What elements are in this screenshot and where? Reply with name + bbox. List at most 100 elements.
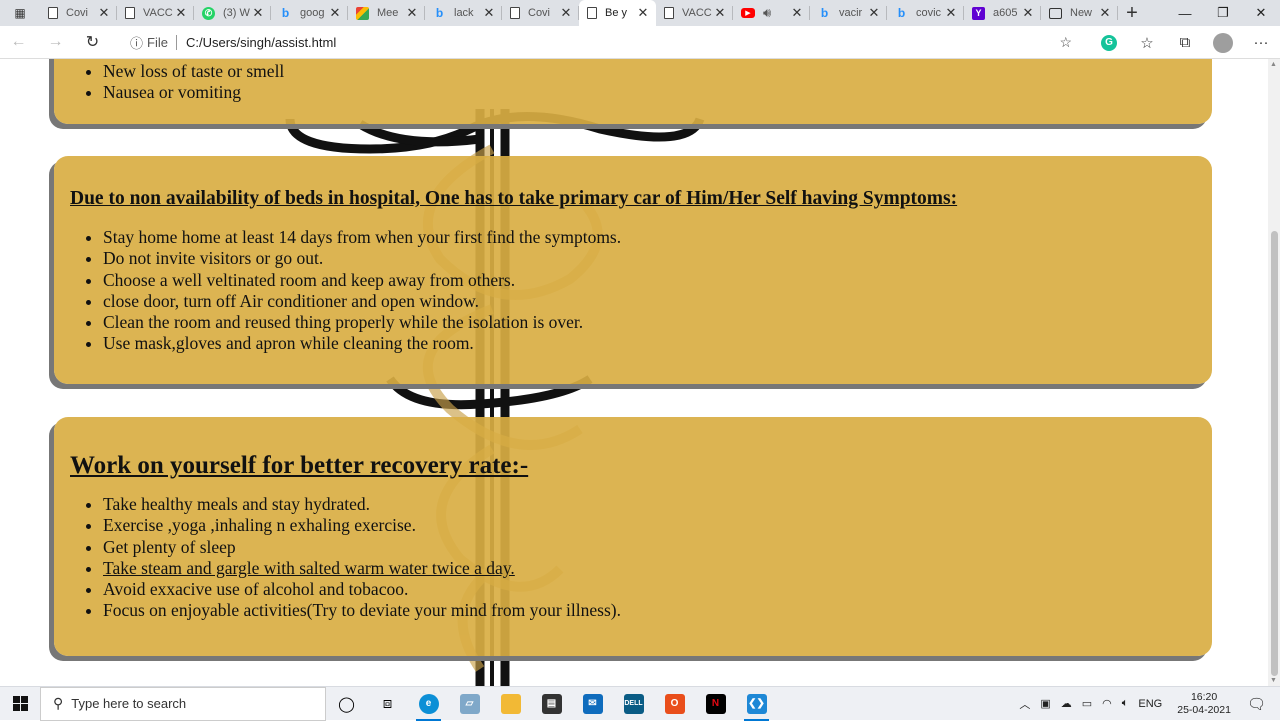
- more-menu-icon[interactable]: ···: [1242, 34, 1280, 51]
- tab[interactable]: b covic ✕: [887, 0, 964, 26]
- clock[interactable]: 16:20 25-04-2021: [1167, 691, 1241, 717]
- list-item: Nausea or vomiting: [103, 82, 1212, 103]
- language-indicator[interactable]: ENG: [1133, 698, 1167, 710]
- self-care-list: Stay home home at least 14 days from whe…: [54, 227, 1212, 355]
- bing-icon: b: [281, 6, 290, 20]
- onedrive-icon[interactable]: ☁: [1056, 697, 1077, 710]
- close-icon[interactable]: ✕: [328, 5, 342, 21]
- search-icon: ⚲: [53, 695, 64, 711]
- volume-icon[interactable]: 🔈︎: [1117, 697, 1134, 710]
- maximize-icon[interactable]: ❐: [1204, 0, 1242, 26]
- tab[interactable]: ▶ 🔊︎ ✕: [733, 0, 810, 26]
- back-icon[interactable]: ←: [0, 27, 37, 57]
- tab[interactable]: ✆ (3) W ✕: [194, 0, 271, 26]
- show-hidden-icon[interactable]: ︿: [1014, 696, 1035, 712]
- list-item: Stay home home at least 14 days from whe…: [103, 227, 1212, 248]
- tab-active[interactable]: Be y ✕: [579, 0, 656, 26]
- self-care-card: Due to non availability of beds in hospi…: [54, 156, 1212, 384]
- scroll-up-icon[interactable]: ▲: [1270, 61, 1277, 68]
- edge-icon[interactable]: e: [408, 687, 449, 721]
- list-item: Focus on enjoyable activities(Try to dev…: [103, 600, 1212, 621]
- profile-avatar-icon[interactable]: [1213, 32, 1233, 53]
- close-icon[interactable]: ✕: [482, 5, 496, 21]
- vertical-scrollbar[interactable]: ▲ ▼: [1268, 59, 1280, 686]
- self-care-heading: Due to non availability of beds in hospi…: [70, 188, 958, 209]
- divider: [175, 35, 177, 50]
- tab[interactable]: VACC ✕: [117, 0, 194, 26]
- tab[interactable]: b lack ✕: [425, 0, 502, 26]
- app-icon[interactable]: ▱: [449, 687, 490, 721]
- info-icon[interactable]: ⓘ: [130, 33, 143, 52]
- add-favorite-icon[interactable]: ☆: [1059, 34, 1072, 51]
- notifications-icon[interactable]: 🗨︎: [1241, 695, 1280, 713]
- close-icon[interactable]: ✕: [944, 5, 958, 21]
- symptoms-card: New loss of taste or smell Nausea or vom…: [54, 59, 1212, 124]
- tab[interactable]: Covi ✕: [502, 0, 579, 26]
- symptoms-list: New loss of taste or smell Nausea or vom…: [54, 59, 1212, 104]
- close-window-icon[interactable]: ✕: [1242, 0, 1280, 26]
- close-icon[interactable]: ✕: [174, 5, 188, 21]
- taskbar-search[interactable]: ⚲ Type here to search: [40, 686, 326, 721]
- list-item-link[interactable]: Take steam and gargle with salted warm w…: [103, 558, 1212, 579]
- task-view-icon[interactable]: ⧈: [367, 687, 408, 721]
- recovery-list: Take healthy meals and stay hydrated. Ex…: [54, 494, 1212, 622]
- toolbar-right: G ☆ ⧉ ···: [1090, 26, 1280, 59]
- new-tab-button[interactable]: +: [1118, 0, 1146, 26]
- windows-taskbar: ⚲ Type here to search ◯ ⧈ e ▱ ▤ ✉ DELL O…: [0, 686, 1280, 721]
- collections-icon[interactable]: ⧉: [1166, 34, 1204, 51]
- list-item: Avoid exxacive use of alcohol and tobaco…: [103, 579, 1212, 600]
- page-viewport: New loss of taste or smell Nausea or vom…: [0, 59, 1280, 686]
- url-text[interactable]: C:/Users/singh/assist.html: [186, 35, 336, 50]
- battery-icon[interactable]: ▭: [1077, 697, 1097, 710]
- window-controls: — ❐ ✕: [1166, 0, 1280, 26]
- scroll-thumb[interactable]: [1271, 231, 1278, 676]
- document-icon: [587, 7, 597, 19]
- close-icon[interactable]: ✕: [790, 5, 804, 21]
- favorites-icon[interactable]: ☆: [1128, 34, 1166, 52]
- url-scheme: File: [147, 35, 168, 50]
- close-icon[interactable]: ✕: [1098, 5, 1112, 21]
- document-icon: [125, 7, 135, 19]
- device-icon[interactable]: ▣: [1035, 697, 1055, 710]
- forward-icon[interactable]: →: [37, 27, 74, 57]
- office-icon[interactable]: O: [654, 687, 695, 721]
- grammarly-icon[interactable]: G: [1101, 34, 1117, 51]
- close-icon[interactable]: ✕: [405, 5, 419, 21]
- close-icon[interactable]: ✕: [867, 5, 881, 21]
- speaker-icon[interactable]: 🔊︎: [763, 5, 790, 21]
- close-icon[interactable]: ✕: [97, 5, 111, 21]
- start-button[interactable]: [0, 687, 40, 721]
- scroll-down-icon[interactable]: ▼: [1270, 677, 1277, 684]
- address-bar[interactable]: ⓘ File C:/Users/singh/assist.html ☆: [120, 29, 1078, 56]
- youtube-icon: ▶: [741, 8, 755, 18]
- bing-icon: b: [897, 6, 906, 20]
- close-icon[interactable]: ✕: [636, 5, 650, 21]
- tab[interactable]: Ya605 ✕: [964, 0, 1041, 26]
- close-icon[interactable]: ✕: [559, 5, 573, 21]
- tab[interactable]: b vacir ✕: [810, 0, 887, 26]
- dell-icon[interactable]: DELL: [613, 687, 654, 721]
- tab[interactable]: b goog ✕: [271, 0, 348, 26]
- tab[interactable]: New ✕: [1041, 0, 1118, 26]
- close-icon[interactable]: ✕: [251, 5, 265, 21]
- netflix-icon[interactable]: N: [695, 687, 736, 721]
- tab[interactable]: VACC ✕: [656, 0, 733, 26]
- system-tray: ︿ ▣ ☁ ▭ ◠ 🔈︎ ENG 16:20 25-04-2021 🗨︎: [1014, 687, 1280, 721]
- browser-window: ▦ Covi ✕ VACC ✕ ✆ (3) W ✕ b goog ✕ Mee ✕ b lack ✕…: [0, 0, 1280, 721]
- vscode-icon[interactable]: ❮❯: [736, 687, 777, 721]
- tab-actions-icon[interactable]: ▦: [0, 0, 40, 26]
- refresh-icon[interactable]: ↻: [74, 27, 111, 57]
- file-explorer-icon[interactable]: [490, 687, 531, 721]
- cortana-icon[interactable]: ◯: [326, 687, 367, 721]
- mail-icon[interactable]: ✉: [572, 687, 613, 721]
- wifi-icon[interactable]: ◠: [1097, 697, 1117, 710]
- store-icon[interactable]: ▤: [531, 687, 572, 721]
- tab[interactable]: Mee ✕: [348, 0, 425, 26]
- document-icon: [664, 7, 674, 19]
- clock-time: 16:20: [1190, 690, 1218, 703]
- close-icon[interactable]: ✕: [1021, 5, 1035, 21]
- minimize-icon[interactable]: —: [1166, 0, 1204, 26]
- windows-logo-icon: [12, 696, 28, 711]
- tab[interactable]: Covi ✕: [40, 0, 117, 26]
- close-icon[interactable]: ✕: [713, 5, 727, 21]
